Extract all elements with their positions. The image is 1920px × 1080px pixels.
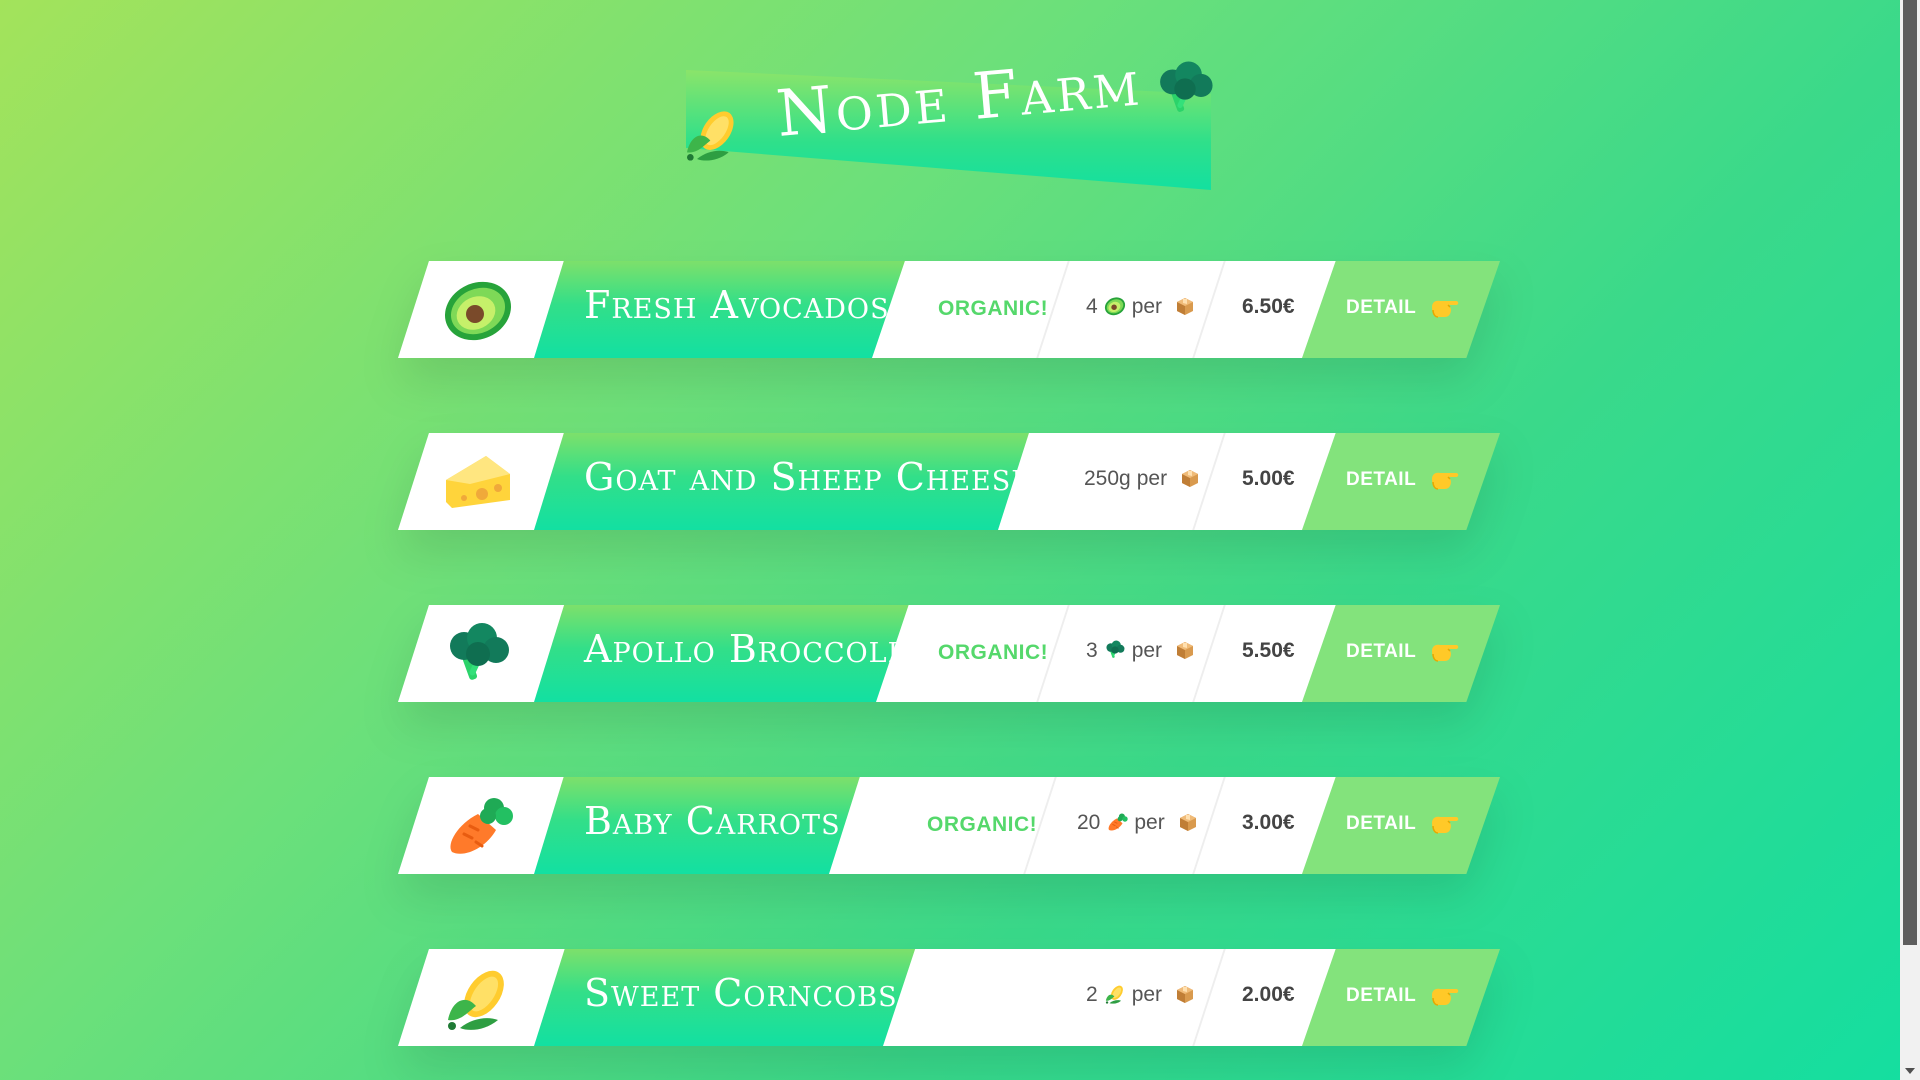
detail-label: DETAIL	[1346, 813, 1417, 834]
per-label: per	[1134, 811, 1165, 834]
product-name-band: Baby Carrots	[534, 777, 863, 874]
broccoli-icon	[1153, 52, 1217, 126]
product-name: Sweet Corncobs	[584, 971, 898, 1015]
detail-button[interactable]: DETAIL	[1302, 777, 1500, 874]
quantity-value: 3	[1086, 639, 1098, 662]
pointing-hand-icon	[1430, 465, 1460, 495]
detail-button[interactable]: DETAIL	[1302, 433, 1500, 530]
product-card[interactable]: Goat and Sheep Cheese 250g per 5.00€ DETA…	[398, 433, 1500, 530]
pointing-hand-icon	[1430, 809, 1460, 839]
organic-badge: ORGANIC!	[927, 813, 1038, 836]
carrot-icon	[1106, 811, 1128, 833]
pointing-hand-icon	[1430, 637, 1460, 667]
organic-badge: ORGANIC!	[938, 297, 1049, 320]
quantity-value: 250g	[1084, 467, 1131, 490]
pointing-hand-icon	[1430, 293, 1460, 323]
detail-label: DETAIL	[1346, 985, 1417, 1006]
detail-label: DETAIL	[1346, 469, 1417, 490]
detail-label: DETAIL	[1346, 297, 1417, 318]
pointing-hand-icon	[1430, 981, 1460, 1011]
package-icon	[1174, 639, 1196, 661]
scroll-down-arrow-icon[interactable]	[1905, 1068, 1915, 1074]
package-icon	[1177, 811, 1199, 833]
quantity-value: 2	[1086, 983, 1098, 1006]
price: 2.00€	[1242, 983, 1295, 1006]
price: 5.00€	[1242, 467, 1295, 490]
product-name: Goat and Sheep Cheese	[584, 455, 1032, 499]
quantity: 250g per	[1084, 467, 1207, 491]
per-label: per	[1131, 295, 1163, 318]
header: Node Farm	[680, 46, 1240, 202]
product-info: 250g per 5.00€	[998, 433, 1342, 530]
product-name-band: Goat and Sheep Cheese	[534, 433, 1031, 530]
product-info: ORGANIC! 3 per 5.50€	[876, 605, 1342, 702]
corn-icon	[442, 966, 514, 1030]
product-card[interactable]: Fresh Avocados ORGANIC! 4 per 6.50€ DETAI…	[398, 261, 1500, 358]
product-name-band: Fresh Avocados	[534, 261, 906, 358]
cheese-icon	[442, 450, 514, 514]
quantity: 4 per	[1086, 295, 1202, 319]
price: 6.50€	[1242, 295, 1295, 318]
package-icon	[1179, 467, 1201, 489]
carrot-icon	[442, 794, 514, 858]
detail-label: DETAIL	[1346, 641, 1417, 662]
per-label: per	[1136, 467, 1168, 490]
detail-button[interactable]: DETAIL	[1302, 605, 1500, 702]
package-icon	[1174, 983, 1196, 1005]
price: 5.50€	[1242, 639, 1295, 662]
quantity: 3 per	[1086, 639, 1202, 663]
product-card[interactable]: Apollo Broccoli ORGANIC! 3 per 5.50€ DETA…	[398, 605, 1500, 702]
product-card[interactable]: Sweet Corncobs 2 per 2.00€ DETAIL	[398, 949, 1500, 1046]
quantity-value: 20	[1077, 811, 1101, 834]
avocado-icon	[442, 278, 514, 342]
organic-badge: ORGANIC!	[938, 641, 1049, 664]
product-name: Fresh Avocados	[584, 283, 890, 327]
package-icon	[1174, 295, 1196, 317]
product-info: ORGANIC! 4 per 6.50€	[872, 261, 1342, 358]
quantity: 2 per	[1086, 983, 1202, 1007]
per-label: per	[1131, 639, 1163, 662]
quantity: 20 per	[1077, 811, 1205, 835]
broccoli-icon	[442, 622, 514, 686]
product-name-band: Apollo Broccoli	[534, 605, 910, 702]
corn-icon	[682, 94, 742, 174]
broccoli-icon	[1104, 639, 1126, 661]
per-label: per	[1131, 983, 1163, 1006]
product-info: ORGANIC! 20 per 3.00€	[829, 777, 1342, 874]
product-name-band: Sweet Corncobs	[534, 949, 917, 1046]
product-name: Apollo Broccoli	[584, 627, 900, 671]
vertical-scrollbar[interactable]	[1900, 0, 1920, 1080]
detail-button[interactable]: DETAIL	[1302, 949, 1500, 1046]
corn-icon	[1104, 983, 1126, 1005]
detail-button[interactable]: DETAIL	[1302, 261, 1500, 358]
quantity-value: 4	[1086, 295, 1098, 318]
price: 3.00€	[1242, 811, 1295, 834]
product-name: Baby Carrots	[584, 799, 841, 843]
avocado-icon	[1104, 295, 1126, 317]
product-card[interactable]: Baby Carrots ORGANIC! 20 per 3.00€ DETAIL	[398, 777, 1500, 874]
page: Node Farm Fresh Avocados ORGANIC! 4 per 6…	[0, 0, 1900, 1080]
product-info: 2 per 2.00€	[883, 949, 1342, 1046]
scrollbar-thumb[interactable]	[1903, 0, 1917, 945]
